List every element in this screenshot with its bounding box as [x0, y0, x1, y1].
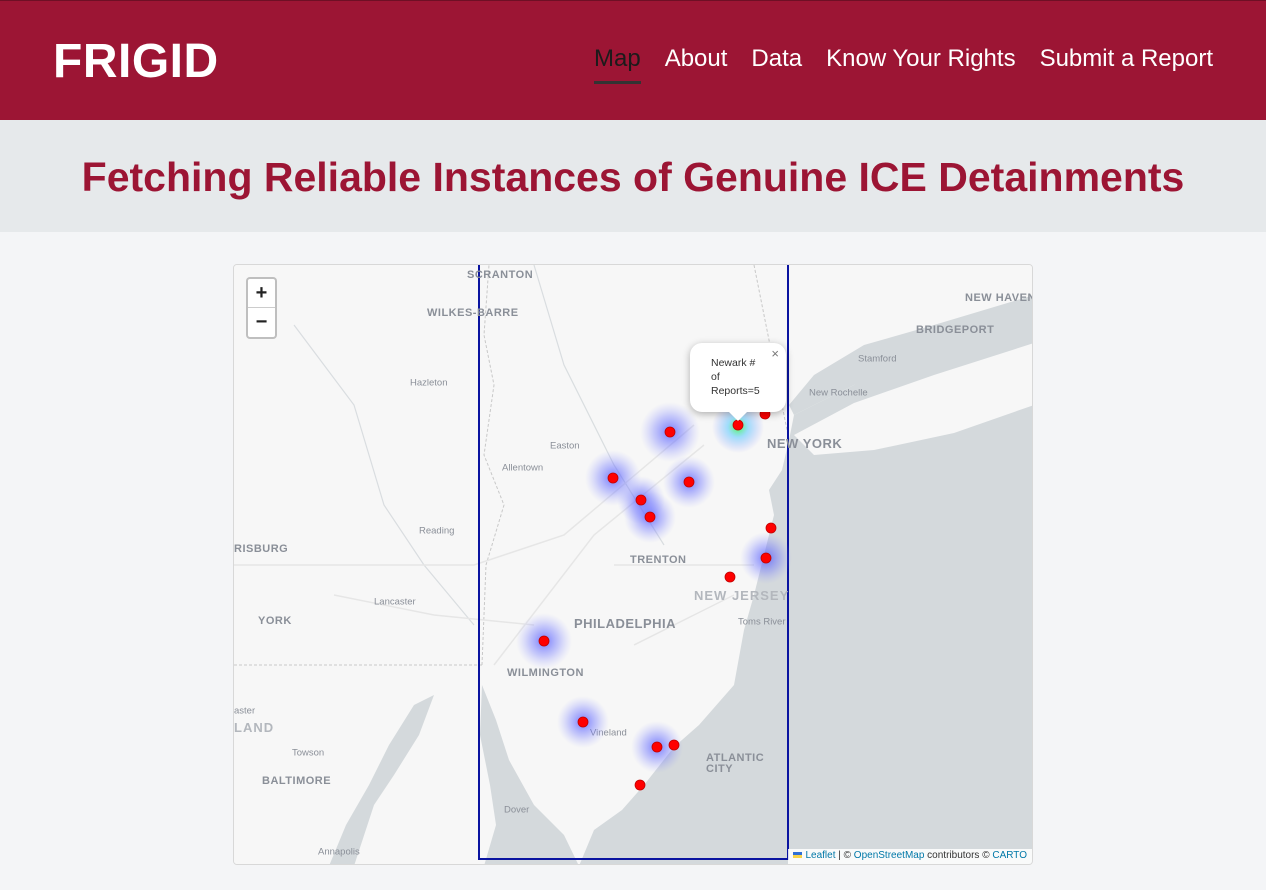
map-label: NEW JERSEY: [694, 588, 789, 603]
map-label: BRIDGEPORT: [916, 324, 994, 336]
marker-newark[interactable]: [732, 419, 744, 431]
report-marker[interactable]: [683, 476, 695, 488]
brand-logo[interactable]: FRIGID: [53, 34, 219, 89]
map-label: aster: [234, 706, 255, 717]
zoom-out-button[interactable]: −: [248, 308, 275, 337]
report-marker[interactable]: [664, 426, 676, 438]
zoom-control: + −: [246, 277, 277, 339]
marker-popup: × Newark # of Reports=5: [690, 343, 786, 421]
leaflet-link[interactable]: Leaflet: [805, 850, 835, 861]
report-marker[interactable]: [634, 779, 646, 791]
map-attribution: Leaflet | © OpenStreetMap contributors ©…: [788, 849, 1032, 864]
map-label: NEW HAVEN: [965, 292, 1033, 304]
map-label: Toms River: [738, 617, 786, 628]
map-label: Stamford: [858, 354, 897, 365]
map-label: SCRANTON: [467, 269, 533, 281]
page-title: Fetching Reliable Instances of Genuine I…: [81, 154, 1185, 200]
report-marker[interactable]: [668, 739, 680, 751]
report-marker[interactable]: [607, 472, 619, 484]
report-marker[interactable]: [538, 635, 550, 647]
map-label: Annapolis: [318, 847, 360, 858]
report-marker[interactable]: [577, 716, 589, 728]
navbar: FRIGID Map About Data Know Your Rights S…: [0, 0, 1266, 120]
map-container[interactable]: SCRANTON WILKES-BARRE Hazleton Easton Allent…: [233, 264, 1033, 865]
nav-submit-report[interactable]: Submit a Report: [1040, 45, 1213, 84]
osm-link[interactable]: OpenStreetMap: [854, 850, 925, 861]
map-label: WILKES-BARRE: [427, 307, 519, 319]
nav-about[interactable]: About: [665, 45, 728, 84]
map-label: Towson: [292, 748, 324, 759]
popup-line: of: [711, 371, 720, 383]
map-label: BALTIMORE: [262, 775, 331, 787]
map-label: Hazleton: [410, 378, 448, 389]
zoom-in-button[interactable]: +: [248, 279, 275, 308]
map-label: YORK: [258, 615, 292, 627]
carto-link[interactable]: CARTO: [992, 850, 1027, 861]
close-icon[interactable]: ×: [771, 347, 779, 361]
map-label: Easton: [550, 441, 580, 452]
map-label: NEW YORK: [767, 436, 842, 451]
map-label: Reading: [419, 526, 454, 537]
map-label: CITY: [706, 763, 733, 775]
nav-know-your-rights[interactable]: Know Your Rights: [826, 45, 1015, 84]
attr-contrib: contributors ©: [924, 850, 993, 861]
map-label: RISBURG: [234, 543, 288, 555]
map-label: Lancaster: [374, 597, 416, 608]
map-label: Dover: [504, 805, 529, 816]
nav-links: Map About Data Know Your Rights Submit a…: [594, 45, 1213, 84]
map-label: TRENTON: [630, 554, 686, 566]
popup-line: Reports=5: [711, 385, 760, 397]
map-label: LAND: [234, 720, 274, 735]
ukraine-flag-icon: [793, 852, 803, 858]
report-marker[interactable]: [765, 522, 777, 534]
map-canvas[interactable]: SCRANTON WILKES-BARRE Hazleton Easton Allent…: [234, 265, 1033, 865]
nav-map[interactable]: Map: [594, 45, 641, 84]
report-marker[interactable]: [651, 741, 663, 753]
popup-line: Newark #: [711, 357, 756, 369]
hero-banner: Fetching Reliable Instances of Genuine I…: [0, 120, 1266, 232]
map-label: PHILADELPHIA: [574, 616, 676, 631]
map-label: Allentown: [502, 463, 543, 474]
nav-data[interactable]: Data: [751, 45, 802, 84]
map-label: New Rochelle: [809, 388, 868, 399]
report-marker[interactable]: [724, 571, 736, 583]
attr-sep: | ©: [835, 850, 854, 861]
report-marker[interactable]: [635, 494, 647, 506]
report-marker[interactable]: [644, 511, 656, 523]
report-marker[interactable]: [760, 552, 772, 564]
